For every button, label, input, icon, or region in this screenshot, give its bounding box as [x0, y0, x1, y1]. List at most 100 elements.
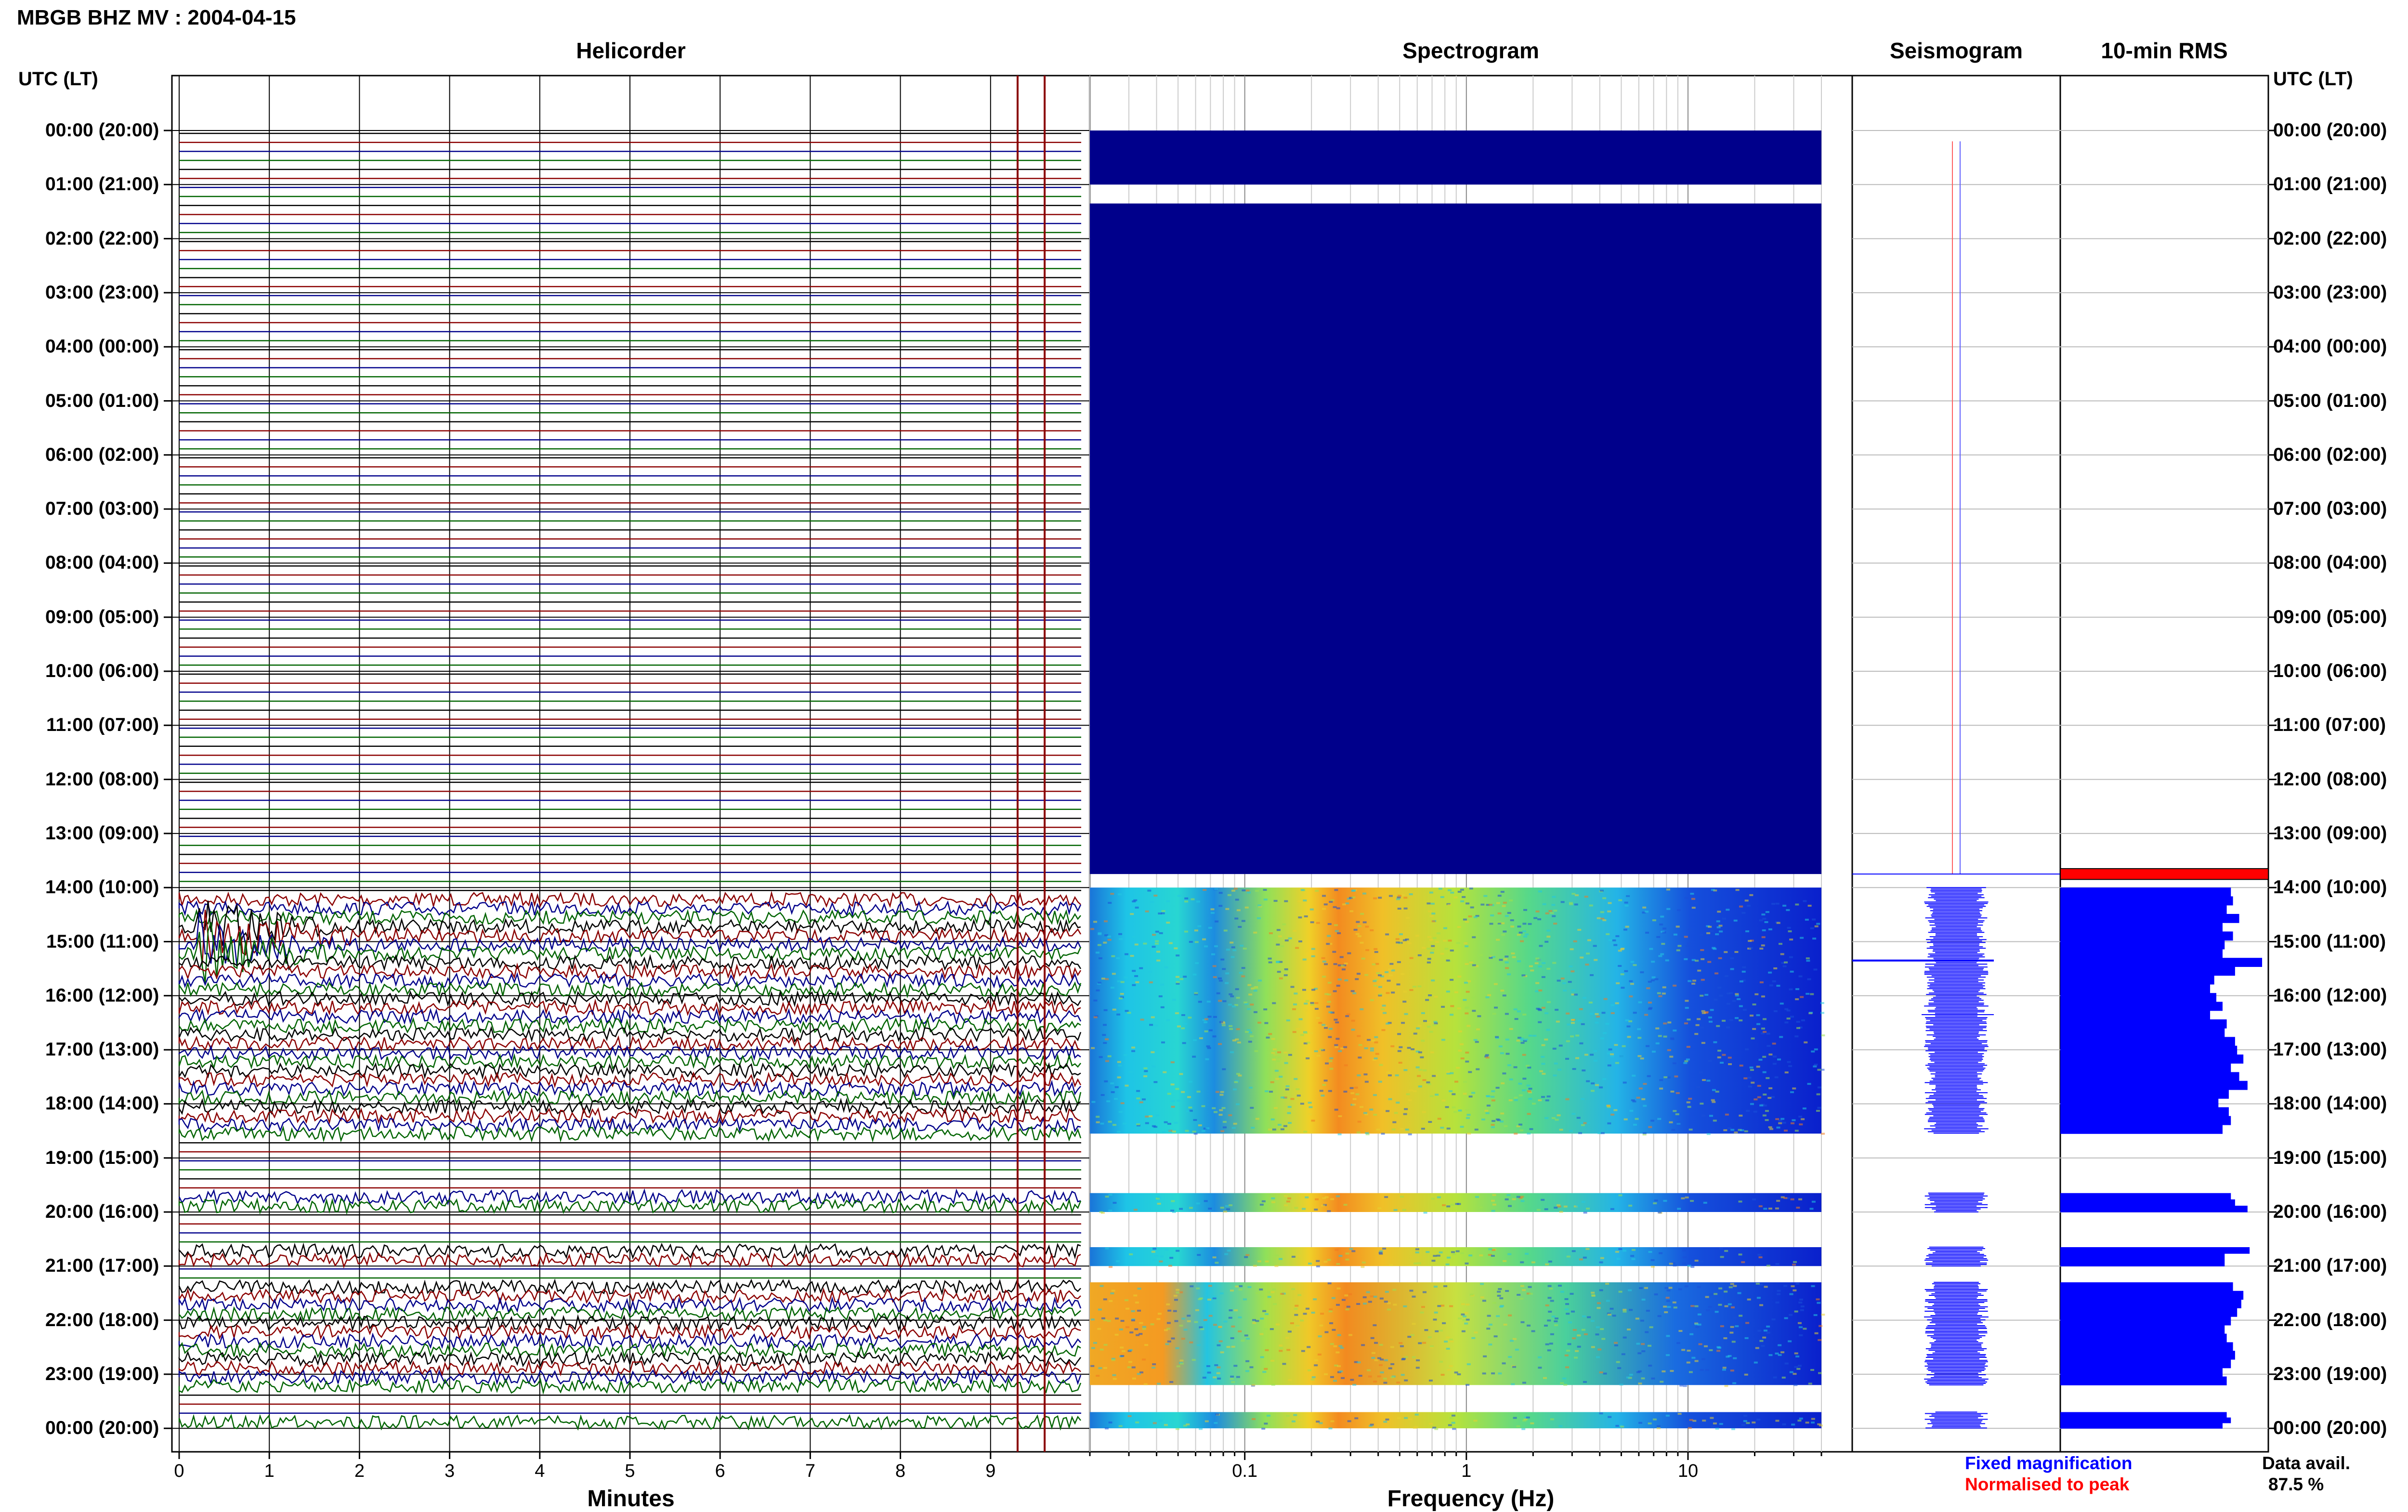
- spectrogram-speckle: [1722, 1367, 1727, 1369]
- spectrogram-speckle: [1114, 1086, 1119, 1088]
- spectrogram-speckle: [1237, 1041, 1241, 1043]
- spectrogram-speckle: [1226, 1346, 1230, 1348]
- spectrogram-speckle: [1418, 1051, 1422, 1054]
- time-label-right: 07:00 (03:00): [2273, 498, 2387, 520]
- spectrogram-speckle: [1172, 999, 1176, 1001]
- spectrogram-speckle: [1535, 982, 1540, 984]
- spectrogram-speckle: [1167, 1129, 1171, 1132]
- spectrogram-speckle: [1328, 1310, 1333, 1313]
- spectrogram-speckle: [1235, 1285, 1239, 1288]
- spectrogram-speckle: [1601, 1012, 1606, 1014]
- spectrogram-speckle: [1526, 1084, 1531, 1087]
- spectrogram-speckle: [1466, 1114, 1471, 1116]
- spectrogram-speckle: [1222, 1121, 1227, 1123]
- spectrogram-speckle: [1784, 1071, 1789, 1074]
- spectrogram-speckle: [1759, 919, 1763, 922]
- spectrogram-speckle: [1176, 981, 1180, 983]
- spectrogram-speckle: [1300, 1034, 1304, 1036]
- spectrogram-speckle: [1398, 1061, 1402, 1064]
- spectrogram-speckle: [1577, 1334, 1581, 1337]
- spectrogram-speckle: [1239, 972, 1243, 974]
- spectrogram-speckle: [1695, 960, 1699, 962]
- spectrogram-speckle: [1778, 1344, 1782, 1346]
- spectrogram-speckle: [1643, 1082, 1647, 1085]
- spectrogram-speckle: [1538, 1009, 1542, 1011]
- spectrogram-speckle: [1694, 1033, 1699, 1035]
- spectrogram-speckle: [1783, 1197, 1788, 1199]
- spectrogram-speckle: [1768, 1207, 1772, 1210]
- spectrogram-speckle: [1098, 1367, 1102, 1369]
- spectrogram-speckle: [1811, 1421, 1815, 1424]
- spectrogram-speckle: [1695, 1024, 1700, 1026]
- spectrogram-speckle: [1485, 996, 1490, 999]
- spectrogram-speckle: [1662, 1370, 1666, 1372]
- spectrogram-speckle: [1545, 912, 1549, 914]
- spectrogram-speckle: [1520, 1042, 1525, 1044]
- spectrogram-speckle: [1328, 1060, 1333, 1062]
- spectrogram-speckle: [1547, 1349, 1551, 1352]
- spectrogram-speckle: [1152, 1248, 1157, 1250]
- spectrogram-speckle: [1544, 1208, 1548, 1211]
- spectrogram-speckle: [1723, 1337, 1727, 1340]
- spectrogram-speckle: [1345, 1015, 1349, 1017]
- rms-bar: [2060, 1098, 2219, 1108]
- rms-bar: [2060, 1290, 2244, 1300]
- spectrogram-speckle: [1391, 991, 1395, 994]
- rms-bar: [2060, 1010, 2211, 1020]
- spectrogram-speckle: [1225, 1205, 1229, 1207]
- spectrogram-speckle: [1164, 1329, 1168, 1331]
- spectrogram-speckle: [1100, 1094, 1105, 1096]
- spectrogram-speckle: [1569, 902, 1573, 904]
- spectrogram-speckle: [1135, 981, 1139, 983]
- spectrogram-speckle: [1522, 1420, 1527, 1422]
- spectrogram-speckle: [1777, 1293, 1781, 1295]
- spectrogram-speckle: [1728, 1063, 1732, 1066]
- time-label-left: 06:00 (02:00): [45, 444, 159, 465]
- spectrogram-speckle: [1541, 1006, 1545, 1009]
- spectrogram-speckle: [1284, 968, 1288, 970]
- spectrogram-speckle: [1175, 1428, 1179, 1430]
- spectrogram-speckle: [1820, 1002, 1824, 1004]
- spectrogram-speckle: [1775, 1420, 1780, 1422]
- spectrogram-speckle: [1271, 1383, 1275, 1386]
- spectrogram-speckle: [1766, 1325, 1770, 1328]
- spectrogram-speckle: [1509, 899, 1513, 902]
- spectrogram-speckle: [1505, 1038, 1509, 1041]
- spectrogram-speckle: [1469, 961, 1473, 964]
- spectrogram-speckle: [1687, 942, 1691, 945]
- legend-fixed-magnification: Fixed magnification: [1965, 1453, 2133, 1473]
- spectrogram-speckle: [1701, 1358, 1705, 1360]
- spectrogram-speckle: [1109, 1300, 1113, 1302]
- spectrogram-speckle: [1309, 1106, 1313, 1108]
- spectrogram-speckle: [1166, 1322, 1171, 1324]
- spectrogram-speckle: [1337, 932, 1341, 934]
- spectrogram-speckle: [1811, 1050, 1815, 1053]
- spectrogram-speckle: [1214, 1364, 1218, 1367]
- spectrogram-speckle: [1465, 921, 1469, 923]
- spectrogram-speckle: [1638, 1087, 1643, 1090]
- time-label-left: 11:00 (07:00): [46, 715, 159, 736]
- spectrogram-speckle: [1799, 1298, 1803, 1301]
- spectrogram-speckle: [1422, 1342, 1426, 1344]
- spectrogram-speckle: [1452, 1093, 1456, 1095]
- spectrogram-speckle: [1170, 1083, 1175, 1086]
- time-label-right: 17:00 (13:00): [2273, 1039, 2387, 1060]
- spectrogram-speckle: [1790, 970, 1794, 973]
- spectrogram-speckle: [1388, 1367, 1392, 1369]
- spectrogram-speckle: [1238, 925, 1242, 928]
- spectrogram-speckle: [1499, 1305, 1504, 1308]
- spectrogram-speckle: [1544, 940, 1549, 943]
- spectrogram-speckle: [1450, 1203, 1454, 1206]
- spectrogram-speckle: [1623, 1310, 1627, 1313]
- spectrogram-speckle: [1447, 889, 1452, 891]
- spectrogram-speckle: [1773, 1376, 1777, 1379]
- spectrogram-speckle: [1107, 938, 1112, 941]
- rms-bar: [2060, 896, 2233, 906]
- spectrogram-speckle: [1435, 941, 1440, 943]
- spectrogram-speckle: [1751, 1037, 1755, 1040]
- spectrogram-speckle: [1764, 921, 1768, 923]
- spectrogram-speckle: [1396, 941, 1400, 944]
- spectrogram-speckle: [1706, 1133, 1711, 1135]
- spectrogram-speckle: [1626, 895, 1630, 897]
- spectrogram-speckle: [1138, 1415, 1142, 1417]
